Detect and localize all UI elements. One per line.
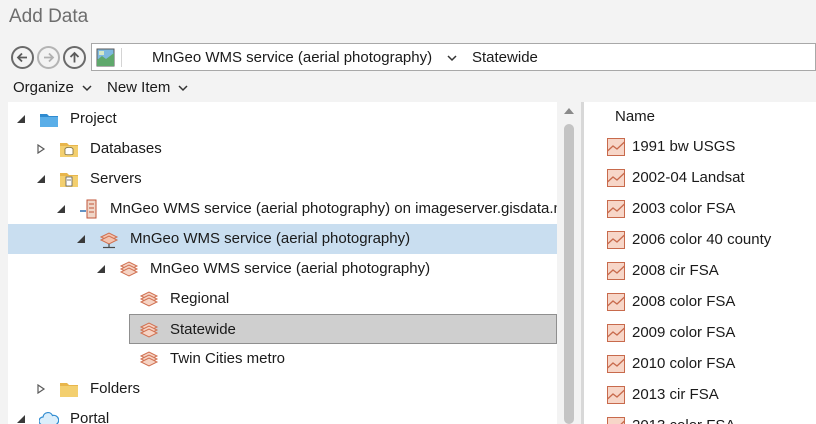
- folder-icon: [60, 383, 78, 397]
- name-column-header[interactable]: Name: [615, 108, 655, 125]
- organize-label: Organize: [13, 79, 74, 96]
- wms-service-icon: [99, 232, 119, 249]
- list-item-label: 2010 color FSA: [632, 355, 736, 372]
- chevron-down-icon: [82, 84, 92, 91]
- raster-layer-icon: [607, 293, 625, 311]
- layer-icon: [139, 291, 159, 307]
- list-item[interactable]: 2006 color 40 county: [584, 224, 816, 255]
- layer-icon: [139, 322, 159, 338]
- tree-label: Databases: [90, 140, 162, 157]
- database-folder-icon: [60, 143, 78, 157]
- tree-label: Project: [70, 110, 117, 127]
- contents-list: Name 1991 bw USGS 2002-04 Landsat 2003 col…: [584, 102, 816, 424]
- expanded-arrow-icon[interactable]: [16, 114, 26, 124]
- list-item[interactable]: 1991 bw USGS: [584, 131, 816, 162]
- expanded-arrow-icon[interactable]: [56, 204, 66, 214]
- raster-layer-icon: [607, 324, 625, 342]
- tree-label: MnGeo WMS service (aerial photography): [150, 260, 431, 277]
- layer-icon: [139, 351, 159, 367]
- list-item-label: 2003 color FSA: [632, 200, 736, 217]
- layer-group-icon: [119, 261, 139, 277]
- portal-cloud-icon: [39, 412, 59, 424]
- expanded-arrow-icon[interactable]: [36, 174, 46, 184]
- tree-item-regional[interactable]: Regional: [8, 284, 557, 314]
- list-item-label: 2006 color 40 county: [632, 231, 772, 248]
- server-folder-icon: [60, 173, 78, 187]
- tree-item-folders[interactable]: Folders: [8, 374, 557, 404]
- tree-item-wms-service[interactable]: MnGeo WMS service (aerial photography): [8, 224, 557, 254]
- raster-layer-icon: [607, 262, 625, 280]
- tree-label: Portal: [70, 410, 110, 424]
- chevron-down-icon[interactable]: [447, 53, 457, 63]
- list-item[interactable]: 2008 cir FSA: [584, 255, 816, 286]
- back-button[interactable]: [11, 46, 34, 69]
- tree-label: Twin Cities metro: [170, 350, 286, 367]
- list-item-label: 2008 color FSA: [632, 293, 736, 310]
- tree-label: Statewide: [170, 321, 236, 338]
- list-item[interactable]: 2010 color FSA: [584, 348, 816, 379]
- tree-item-server-connection[interactable]: MnGeo WMS service (aerial photography) o…: [8, 194, 557, 224]
- list-item[interactable]: 2013 color FSA: [584, 410, 816, 424]
- expanded-arrow-icon[interactable]: [96, 264, 106, 274]
- collapsed-arrow-icon[interactable]: [36, 144, 46, 154]
- new-item-label: New Item: [107, 79, 171, 96]
- expanded-arrow-icon[interactable]: [76, 234, 86, 244]
- list-item[interactable]: 2008 color FSA: [584, 286, 816, 317]
- tree-item-statewide[interactable]: Statewide: [129, 314, 557, 344]
- address-separator: [121, 48, 122, 67]
- list-item[interactable]: 2013 cir FSA: [584, 379, 816, 410]
- tree-item-servers[interactable]: Servers: [8, 164, 557, 194]
- address-bar[interactable]: MnGeo WMS service (aerial photography) S…: [91, 43, 816, 71]
- raster-layer-icon: [607, 231, 625, 249]
- toolbar: Organize New Item: [0, 76, 816, 100]
- wms-server-icon: [80, 199, 97, 219]
- tree-label: Servers: [90, 170, 142, 187]
- tree-scrollbar[interactable]: [557, 102, 581, 424]
- raster-layer-icon: [607, 200, 625, 218]
- tree-item-wms-layer-group[interactable]: MnGeo WMS service (aerial photography): [8, 254, 557, 284]
- collapsed-arrow-icon[interactable]: [36, 384, 46, 394]
- scroll-up-arrow-icon[interactable]: [564, 108, 574, 114]
- arrow-left-icon: [16, 52, 27, 63]
- organize-menu[interactable]: Organize: [13, 79, 92, 96]
- tree-scrollbar-thumb[interactable]: [564, 124, 574, 424]
- forward-button[interactable]: [37, 46, 60, 69]
- up-button[interactable]: [63, 46, 86, 69]
- list-item-label: 2013 cir FSA: [632, 386, 719, 403]
- tree-item-twin-cities[interactable]: Twin Cities metro: [8, 344, 557, 374]
- chevron-down-icon: [178, 84, 188, 91]
- project-icon: [40, 114, 58, 127]
- window-title: Add Data: [9, 6, 89, 27]
- raster-layer-icon: [607, 169, 625, 187]
- arrow-right-icon: [44, 52, 55, 63]
- raster-layer-icon: [607, 355, 625, 373]
- expanded-arrow-icon[interactable]: [16, 414, 26, 424]
- list-item-label: 2013 color FSA: [632, 417, 735, 424]
- arrow-up-icon: [69, 51, 80, 63]
- list-item-label: 2008 cir FSA: [632, 262, 719, 279]
- list-item[interactable]: 2009 color FSA: [584, 317, 816, 348]
- tree-label: MnGeo WMS service (aerial photography): [130, 230, 411, 247]
- breadcrumb-statewide[interactable]: Statewide: [472, 49, 538, 66]
- list-item[interactable]: 2002-04 Landsat: [584, 162, 816, 193]
- list-item-label: 1991 bw USGS: [632, 138, 736, 155]
- raster-layer-icon: [607, 386, 625, 404]
- navigation-bar: MnGeo WMS service (aerial photography) S…: [11, 43, 816, 72]
- tree-item-portal[interactable]: Portal: [8, 404, 557, 424]
- list-item-label: 2009 color FSA: [632, 324, 736, 341]
- tree-label: Folders: [90, 380, 141, 397]
- raster-layer-icon: [607, 138, 625, 156]
- tree-item-databases[interactable]: Databases: [8, 134, 557, 164]
- catalog-tree: Project Databases Servers MnGeo WMS serv…: [8, 102, 557, 424]
- tree-label: MnGeo WMS service (aerial photography) o…: [110, 200, 557, 217]
- breadcrumb-service[interactable]: MnGeo WMS service (aerial photography): [152, 49, 432, 66]
- tree-label: Regional: [170, 290, 230, 307]
- new-item-menu[interactable]: New Item: [107, 79, 188, 96]
- list-item-label: 2002-04 Landsat: [632, 169, 745, 186]
- raster-layer-icon: [607, 417, 625, 424]
- map-location-icon: [96, 48, 115, 67]
- list-item[interactable]: 2003 color FSA: [584, 193, 816, 224]
- tree-item-project[interactable]: Project: [8, 104, 557, 134]
